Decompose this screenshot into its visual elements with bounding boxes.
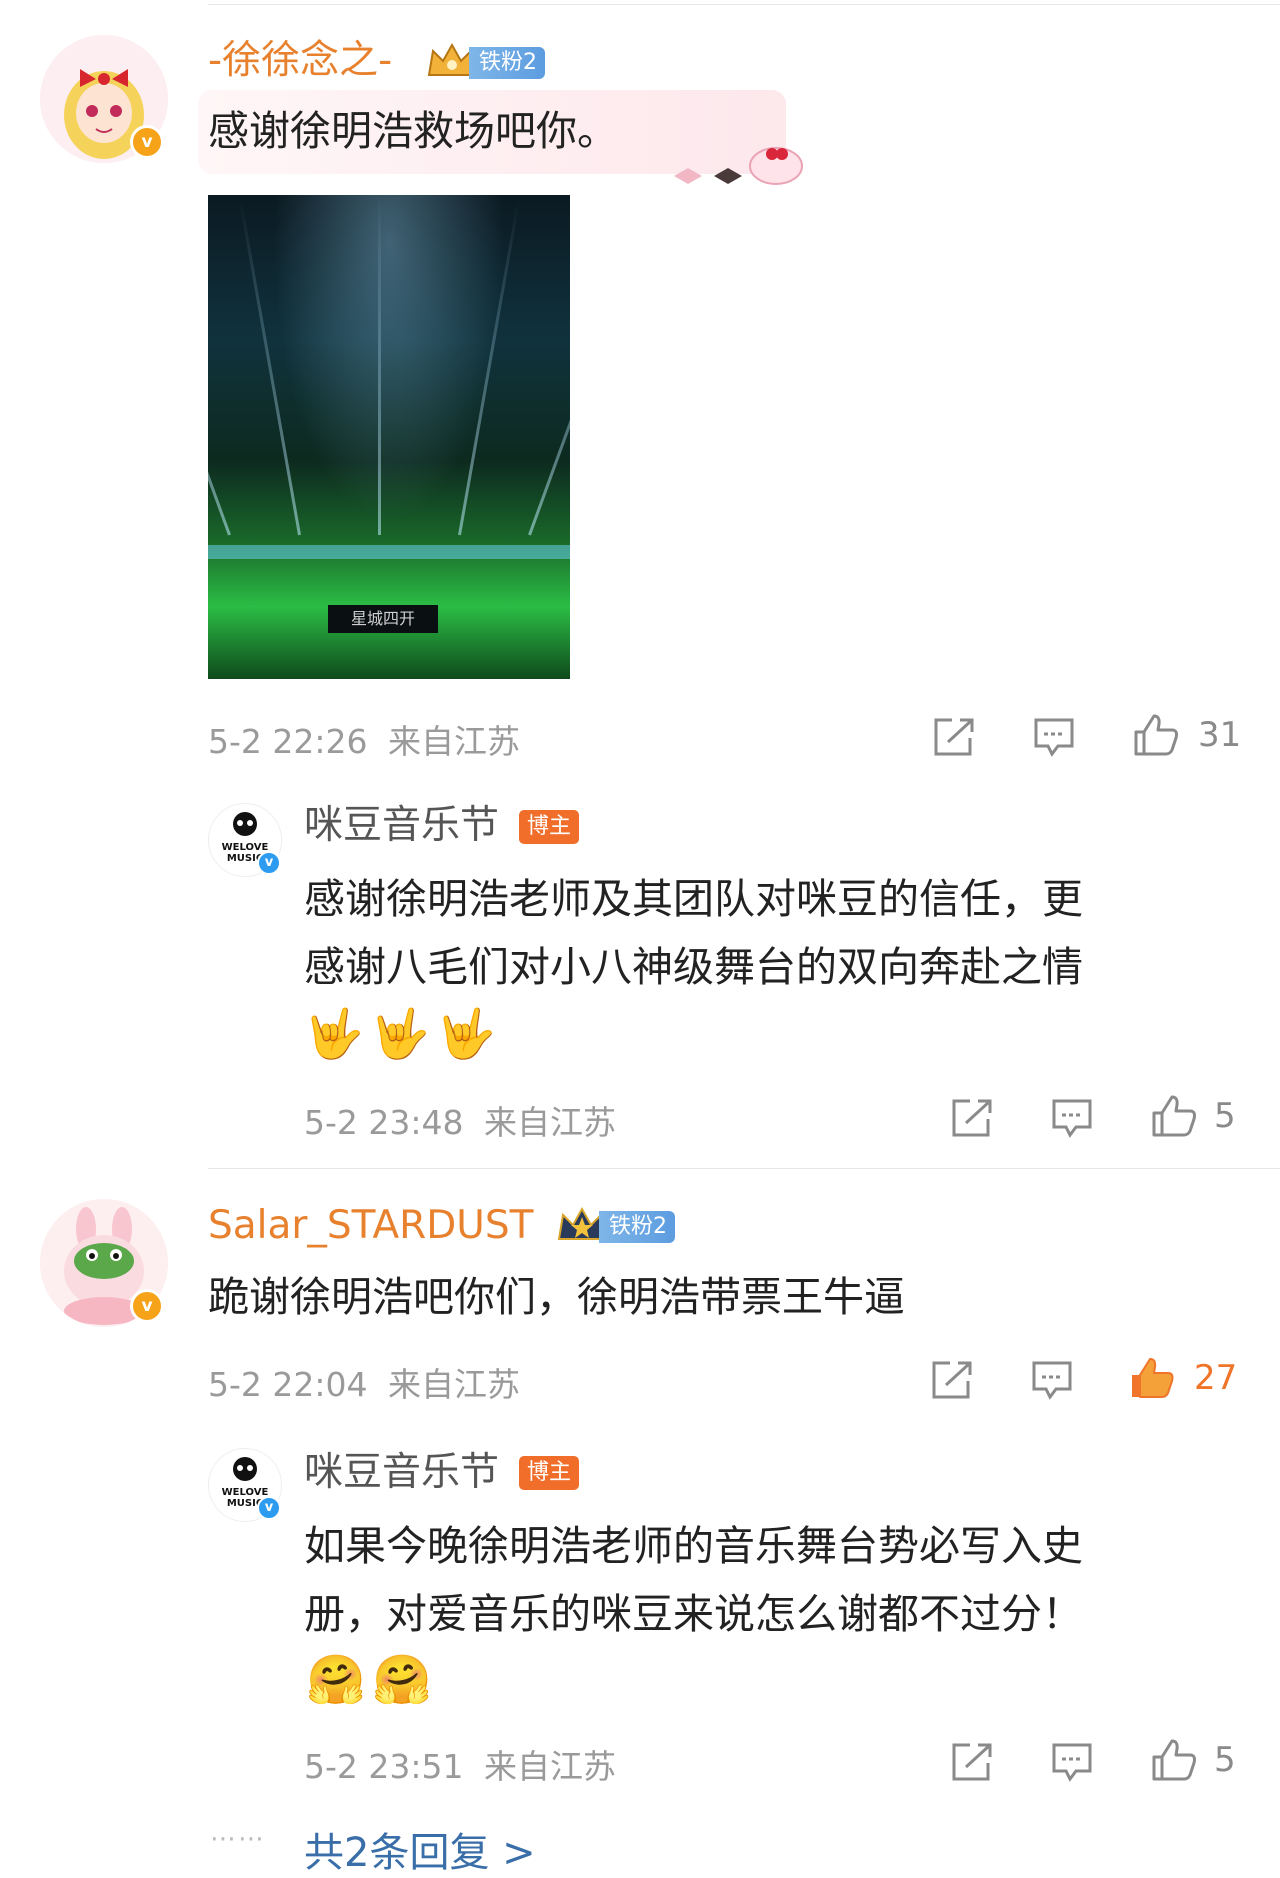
- light-beam: [238, 199, 301, 536]
- comment-button[interactable]: [1030, 1359, 1074, 1401]
- timestamp: 5-2 23:48: [304, 1103, 464, 1142]
- stage-screen-text: 星城四开: [328, 605, 438, 633]
- svg-text:WELOVE: WELOVE: [222, 1487, 269, 1498]
- like-count: 31: [1198, 715, 1242, 755]
- emoji-hug: 🤗: [372, 1652, 432, 1708]
- timestamp: 5-2 22:04: [208, 1365, 368, 1404]
- share-button[interactable]: [950, 1741, 994, 1783]
- username[interactable]: Salar_STARDUST: [208, 1203, 533, 1249]
- comment-button[interactable]: [1032, 716, 1076, 758]
- light-beam: [458, 199, 521, 536]
- like-count: 5: [1214, 1740, 1236, 1780]
- reply-meta: 5-2 23:51 来自江苏: [304, 1740, 616, 1788]
- comment-image[interactable]: 星城四开: [208, 195, 570, 679]
- verified-icon: v: [257, 1496, 281, 1520]
- comment-text: 跪谢徐明浩吧你们，徐明浩带票王牛逼: [208, 1273, 905, 1321]
- owner-tag: 博主: [519, 810, 580, 844]
- like-count: 5: [1214, 1096, 1236, 1136]
- reply-text-line: 感谢八毛们对小八神级舞台的双向奔赴之情: [304, 943, 1083, 991]
- comment-button[interactable]: [1050, 1097, 1094, 1139]
- username[interactable]: -徐徐念之-: [208, 38, 392, 84]
- location: 来自江苏: [388, 722, 520, 761]
- light-beam: [208, 214, 231, 536]
- comment-icon: [1052, 1099, 1092, 1138]
- verified-icon: v: [257, 851, 281, 875]
- share-icon: [934, 718, 974, 756]
- like-button-active[interactable]: [1128, 1355, 1178, 1401]
- share-button[interactable]: [932, 716, 976, 758]
- cake-bow-decoration-icon: [674, 147, 803, 185]
- stage-light-bar: [208, 545, 570, 559]
- svg-text:WELOVE: WELOVE: [222, 842, 269, 853]
- share-icon: [932, 1361, 972, 1399]
- more-replies-link[interactable]: 共2条回复 >: [304, 1820, 536, 1878]
- fan-badge-label: 铁粉2: [469, 47, 545, 79]
- share-icon: [952, 1099, 992, 1137]
- reply-text-line: 如果今晚徐明浩老师的音乐舞台势必写入史: [304, 1522, 1083, 1570]
- emoji-hug: 🤗: [306, 1652, 366, 1708]
- comment-button[interactable]: [1050, 1741, 1094, 1783]
- fan-badge[interactable]: 铁粉2: [425, 42, 545, 80]
- like-button[interactable]: [1150, 1737, 1198, 1783]
- location: 来自江苏: [484, 1103, 616, 1142]
- like-button[interactable]: [1132, 712, 1180, 758]
- emoji-rock-hand: 🤟: [304, 1006, 364, 1062]
- light-beam: [528, 214, 570, 536]
- comment-text: 感谢徐明浩救场吧你。: [208, 107, 618, 155]
- reply-text-line: 感谢徐明浩老师及其团队对咪豆的信任，更: [304, 875, 1083, 923]
- reply-meta: 5-2 23:48 来自江苏: [304, 1096, 616, 1144]
- comment-meta: 5-2 22:04 来自江苏: [208, 1358, 520, 1406]
- reply-username[interactable]: 咪豆音乐节: [304, 803, 499, 849]
- timestamp: 5-2 23:51: [304, 1747, 464, 1786]
- top-divider: [208, 4, 1280, 5]
- share-button[interactable]: [950, 1097, 994, 1139]
- emoji-rock-hand: 🤟: [436, 1006, 496, 1062]
- comment-icon: [1034, 718, 1074, 757]
- share-icon: [952, 1743, 992, 1781]
- like-icon: [1152, 1095, 1196, 1137]
- like-count: 27: [1194, 1358, 1238, 1398]
- light-beam: [378, 195, 381, 535]
- like-button[interactable]: [1150, 1093, 1198, 1139]
- location: 来自江苏: [388, 1365, 520, 1404]
- verified-icon: v: [130, 1289, 164, 1323]
- verified-icon: v: [130, 125, 164, 159]
- like-icon: [1132, 1358, 1174, 1398]
- reply-username[interactable]: 咪豆音乐节: [304, 1450, 499, 1496]
- fan-badge[interactable]: 铁粉2: [555, 1206, 675, 1244]
- comment-icon: [1032, 1361, 1072, 1400]
- comment-meta: 5-2 22:26 来自江苏: [208, 715, 520, 763]
- reply-text-line: 册，对爱音乐的咪豆来说怎么谢都不过分！: [304, 1590, 1083, 1638]
- like-icon: [1152, 1739, 1196, 1781]
- location: 来自江苏: [484, 1747, 616, 1786]
- ellipsis-dots: ⋯⋯: [210, 1824, 266, 1854]
- emoji-rock-hand: 🤟: [370, 1006, 430, 1062]
- bubble-decoration: [668, 132, 808, 192]
- like-icon: [1134, 714, 1178, 756]
- owner-tag: 博主: [519, 1456, 580, 1490]
- fan-badge-label: 铁粉2: [599, 1211, 675, 1243]
- timestamp: 5-2 22:26: [208, 722, 368, 761]
- comment-divider: [208, 1168, 1280, 1169]
- comment-icon: [1052, 1743, 1092, 1782]
- share-button[interactable]: [930, 1359, 974, 1401]
